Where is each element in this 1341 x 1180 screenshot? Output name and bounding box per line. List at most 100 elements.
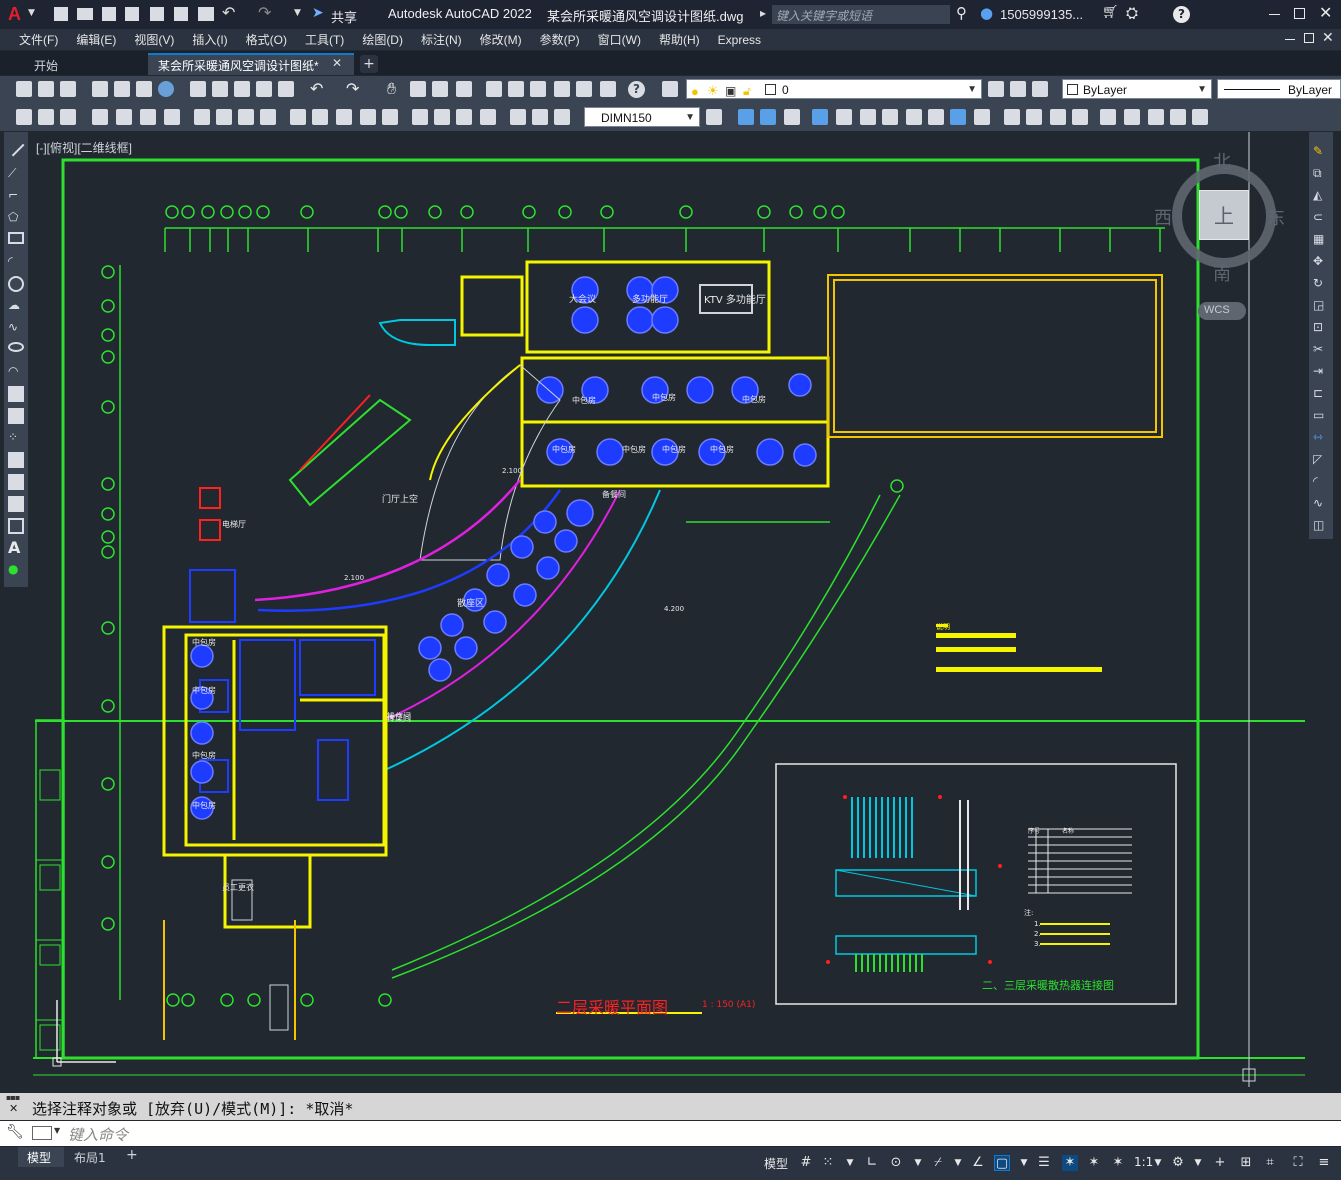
publish-icon[interactable] xyxy=(174,7,188,21)
object-snap-dropdown-icon[interactable]: ▼ xyxy=(1016,1155,1032,1171)
redo-icon[interactable]: ↷ xyxy=(258,3,271,22)
mirror-icon[interactable]: ◭ xyxy=(1313,188,1329,204)
layer-vp-freeze-icon[interactable]: ▣ xyxy=(725,81,736,101)
spline-icon[interactable]: ∿ xyxy=(8,320,24,336)
ortho-icon[interactable]: ∟ xyxy=(864,1155,880,1171)
maximize-icon[interactable] xyxy=(1294,8,1305,19)
help-icon[interactable]: ? xyxy=(1173,6,1190,23)
layer-dropdown[interactable]: ● ☀︎ ▣ 🔓︎ 0 ▼ xyxy=(686,79,982,99)
dim-break-icon[interactable] xyxy=(382,109,398,125)
scale-dropdown-icon[interactable]: ▼ xyxy=(1150,1155,1166,1171)
menu-edit[interactable]: 编辑(E) xyxy=(67,31,125,48)
save-as-icon[interactable] xyxy=(125,7,139,21)
zoom-previous-icon[interactable] xyxy=(456,81,472,97)
color-faces-icon[interactable] xyxy=(974,109,990,125)
insert-block-icon[interactable] xyxy=(8,386,24,402)
autodesk-app-icon[interactable]: ⛭ xyxy=(1126,4,1138,22)
tab-model[interactable]: 模型 xyxy=(18,1147,64,1167)
cart-icon[interactable]: 🛒︎ xyxy=(1102,5,1119,20)
search-expand-icon[interactable]: ▸ xyxy=(760,6,766,20)
break-icon[interactable]: ▭ xyxy=(1313,408,1329,424)
minimize-icon[interactable] xyxy=(1269,14,1280,15)
autocad-logo-icon[interactable]: A xyxy=(8,4,21,25)
cut-icon[interactable] xyxy=(190,81,206,97)
block-editor-icon[interactable] xyxy=(278,81,294,97)
revision-cloud-icon[interactable]: ☁︎ xyxy=(8,298,24,314)
copy-icon[interactable] xyxy=(212,81,228,97)
mtext-icon[interactable]: A xyxy=(8,538,24,557)
drawing-canvas[interactable]: [-][俯视][二维线框] 大会议 多功能厅 KTV 多功能厅 中包房 中包房 … xyxy=(32,132,1306,1087)
close-icon[interactable]: ✕ xyxy=(1319,3,1332,22)
menu-format[interactable]: 格式(O) xyxy=(237,31,296,48)
search-input[interactable]: 键入关键字或短语 xyxy=(772,5,950,24)
tool-palettes-icon[interactable] xyxy=(530,81,546,97)
sheet-set-icon[interactable] xyxy=(554,81,570,97)
extract-edges-icon[interactable] xyxy=(1124,109,1140,125)
dim-edit-icon[interactable] xyxy=(510,109,526,125)
recent-commands-arrow-icon[interactable]: ▼ xyxy=(54,1126,60,1135)
workspace-icon[interactable]: ⚙︎ xyxy=(1170,1155,1186,1171)
check-icon[interactable] xyxy=(1100,109,1116,125)
units-icon[interactable]: ⊞ xyxy=(1238,1155,1254,1171)
menu-view[interactable]: 视图(V) xyxy=(125,31,183,48)
join-icon[interactable]: ⇿ xyxy=(1313,430,1329,446)
menu-dimension[interactable]: 标注(N) xyxy=(412,31,471,48)
help-toolbar-icon[interactable]: ? xyxy=(628,81,645,98)
erase-icon[interactable]: ✎ xyxy=(1313,144,1329,160)
menu-draw[interactable]: 绘图(D) xyxy=(353,31,412,48)
circle-icon[interactable] xyxy=(8,276,24,292)
user-name[interactable]: 1505999135... xyxy=(1000,7,1083,22)
layer-freeze-icon[interactable]: ☀︎ xyxy=(707,81,719,101)
customize-icon[interactable]: 🔧︎ xyxy=(6,1124,24,1140)
menu-help[interactable]: 帮助(H) xyxy=(650,31,709,48)
ellipse-icon[interactable] xyxy=(8,342,24,352)
polar-icon[interactable]: ⊙ xyxy=(888,1155,904,1171)
annotation-visibility-icon[interactable]: ✶ xyxy=(1062,1155,1078,1171)
zoom-window-icon[interactable] xyxy=(432,81,448,97)
save-icon[interactable] xyxy=(102,7,116,21)
aligned-dim-icon[interactable] xyxy=(116,109,132,125)
add-selected-icon[interactable]: ● xyxy=(8,562,24,578)
make-current-layer-icon[interactable] xyxy=(988,81,1004,97)
workspace-dropdown-icon[interactable]: ▼ xyxy=(1190,1155,1206,1171)
color-dropdown[interactable]: ByLayer ▼ xyxy=(1062,79,1212,99)
tolerance-icon[interactable] xyxy=(412,109,428,125)
export-icon[interactable] xyxy=(150,7,164,21)
share-button[interactable]: 共享 xyxy=(331,7,357,26)
doc-restore-icon[interactable] xyxy=(1304,33,1314,43)
rotate-icon[interactable]: ↻ xyxy=(1313,276,1329,292)
quickcalc-icon[interactable] xyxy=(600,81,616,97)
copy-object-icon[interactable]: ⧉ xyxy=(1313,166,1329,182)
pan-icon[interactable]: ✋︎ xyxy=(387,79,396,99)
undo-toolbar-icon[interactable]: ↶ xyxy=(310,79,323,98)
annotation-monitor-icon[interactable]: + xyxy=(1212,1155,1228,1171)
compass-east[interactable]: 东 xyxy=(1267,204,1285,230)
rotate-faces-icon[interactable] xyxy=(906,109,922,125)
new-tab-button[interactable]: + xyxy=(360,55,378,73)
quick-access-dropdown-icon[interactable]: ▼ xyxy=(294,8,301,18)
grid-icon[interactable]: # xyxy=(798,1155,814,1171)
auto-scale-icon[interactable]: ✶ xyxy=(1086,1155,1102,1171)
quick-dim-icon[interactable] xyxy=(290,109,306,125)
inspection-icon[interactable] xyxy=(456,109,472,125)
menu-parameters[interactable]: 参数(P) xyxy=(531,31,589,48)
lineweight-icon[interactable]: ☰ xyxy=(1036,1155,1052,1171)
user-icon[interactable]: ● xyxy=(980,4,993,22)
dim-space-icon[interactable] xyxy=(360,109,376,125)
thicken-icon[interactable] xyxy=(1170,109,1186,125)
new-file-icon[interactable] xyxy=(54,7,68,21)
recent-commands-icon[interactable] xyxy=(32,1126,52,1140)
properties-edit-icon[interactable] xyxy=(16,109,32,125)
layer-lock-icon[interactable]: 🔓︎ xyxy=(743,81,751,101)
viewcube-face-top[interactable]: 上 xyxy=(1199,190,1249,240)
diameter-dim-icon[interactable] xyxy=(238,109,254,125)
shell-icon[interactable] xyxy=(1072,109,1088,125)
zoom-realtime-icon[interactable] xyxy=(410,81,426,97)
menu-tools[interactable]: 工具(T) xyxy=(296,31,353,48)
construction-line-icon[interactable]: ⟋ xyxy=(8,166,24,182)
tab-drawing[interactable]: 某会所采暖通风空调设计图纸* ✕ xyxy=(148,53,354,75)
extend-icon[interactable]: ⇥ xyxy=(1313,364,1329,380)
open-icon[interactable] xyxy=(38,81,54,97)
polyline-icon[interactable]: ⌐ xyxy=(8,188,24,204)
tab-start[interactable]: 开始 xyxy=(22,53,148,75)
